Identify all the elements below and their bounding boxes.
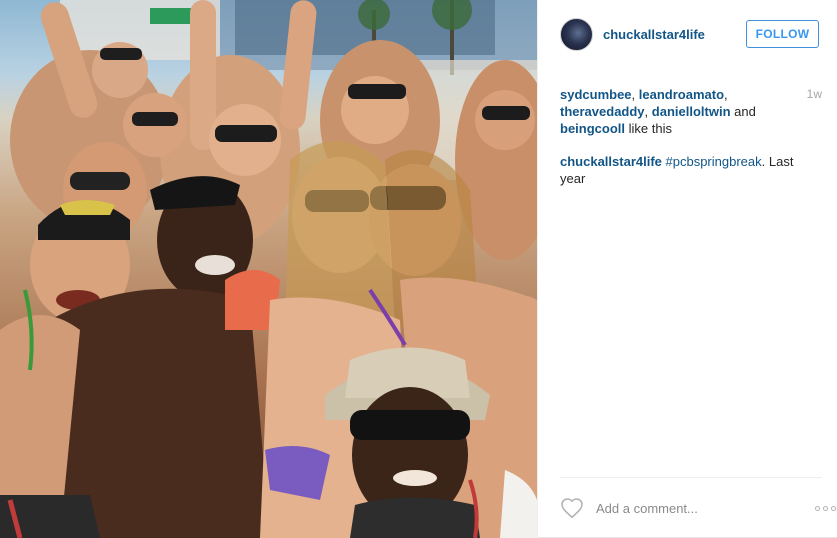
likes-text: sydcumbee, leandroamato, theravedaddy, d… [560, 86, 792, 137]
likes-conjunction: and [730, 104, 756, 119]
author-avatar[interactable] [560, 17, 593, 51]
instagram-post: chuckallstar4life FOLLOW sydcumbee, lean… [0, 0, 837, 538]
comment-input[interactable] [596, 500, 776, 516]
caption-username[interactable]: chuckallstar4life [560, 154, 662, 169]
post-photo[interactable] [0, 0, 537, 538]
caption-hashtag[interactable]: #pcbspringbreak [666, 154, 762, 169]
comment-bar [560, 490, 837, 526]
post-header: chuckallstar4life FOLLOW [538, 0, 837, 68]
post-caption: chuckallstar4life #pcbspringbreak. Last … [560, 153, 806, 187]
post-body: sydcumbee, leandroamato, theravedaddy, d… [560, 86, 822, 187]
group-selfie-illustration [0, 0, 537, 538]
liker-link[interactable]: sydcumbee [560, 87, 632, 102]
follow-button[interactable]: FOLLOW [746, 20, 819, 48]
likes-suffix: like this [625, 121, 672, 136]
liker-link[interactable]: danielloltwin [652, 104, 731, 119]
more-dot [830, 505, 836, 511]
likes-row: sydcumbee, leandroamato, theravedaddy, d… [560, 86, 822, 137]
likes-separator: , [631, 87, 639, 102]
author-username[interactable]: chuckallstar4life [603, 27, 705, 42]
more-options-icon[interactable] [812, 498, 837, 518]
heart-outline-icon[interactable] [560, 497, 584, 519]
liker-link[interactable]: beingcooll [560, 121, 625, 136]
more-dot [814, 505, 820, 511]
comment-divider [560, 477, 822, 478]
post-age[interactable]: 1w [807, 86, 822, 137]
post-side-panel: chuckallstar4life FOLLOW sydcumbee, lean… [537, 0, 837, 538]
liker-link[interactable]: theravedaddy [560, 104, 645, 119]
more-dot [822, 505, 828, 511]
liker-link[interactable]: leandroamato [639, 87, 724, 102]
likes-separator: , [644, 104, 652, 119]
likes-separator: , [724, 87, 728, 102]
